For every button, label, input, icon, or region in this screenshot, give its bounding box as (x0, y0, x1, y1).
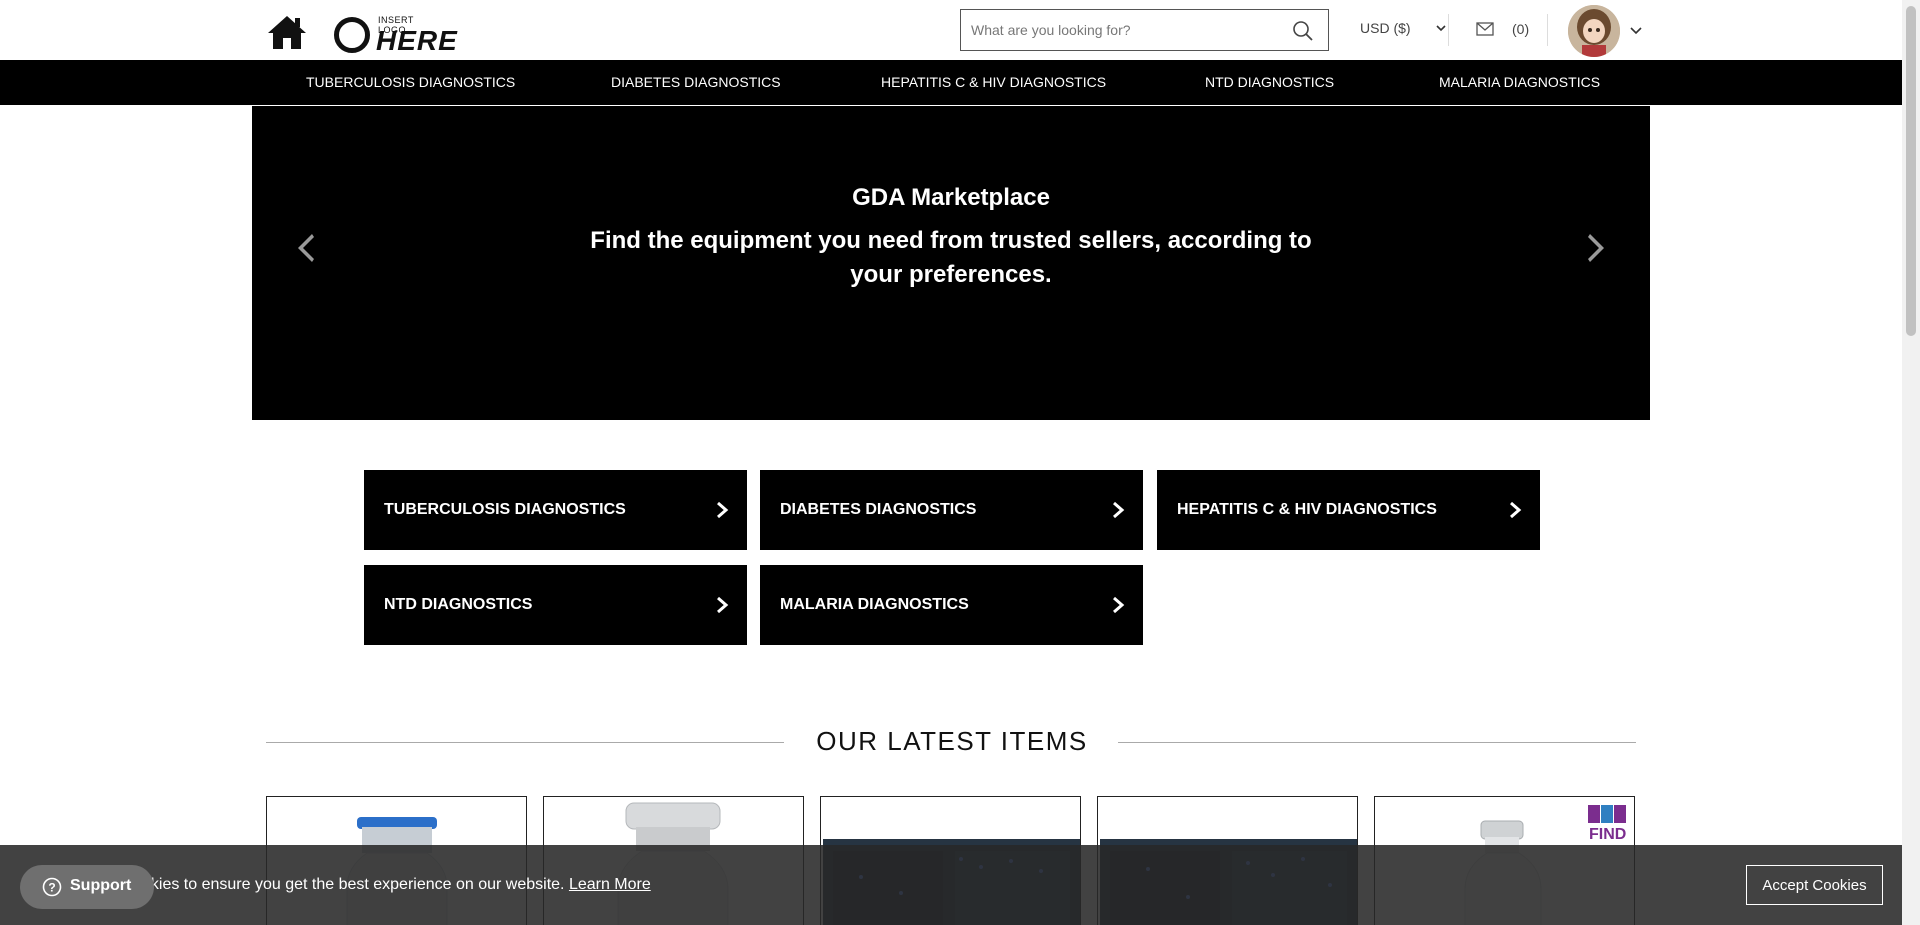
hero-subtitle: Find the equipment you need from trusted… (590, 227, 1312, 288)
cookie-message: okies to ensure you get the best experie… (142, 876, 651, 894)
home-icon[interactable] (266, 14, 308, 50)
header-divider (1547, 14, 1548, 46)
chevron-right-icon (1510, 501, 1522, 519)
cookie-text: okies to ensure you get the best experie… (142, 876, 565, 893)
category-tile-label: DIABETES DIAGNOSTICS (780, 501, 977, 518)
logo-ring (334, 17, 370, 53)
chevron-down-icon (1436, 25, 1446, 32)
chevron-right-icon (717, 596, 729, 614)
header-divider (1448, 14, 1449, 46)
category-tile-label: MALARIA DIAGNOSTICS (780, 596, 969, 613)
messages-count: (0) (1512, 21, 1530, 37)
learn-more-link[interactable]: Learn More (569, 876, 651, 893)
nav-item-hepatitis-hiv[interactable]: HEPATITIS C & HIV DIAGNOSTICS (881, 60, 1106, 105)
logo-big-text: HERE (376, 25, 458, 56)
mail-icon (1476, 22, 1494, 36)
nav-item-tuberculosis[interactable]: TUBERCULOSIS DIAGNOSTICS (306, 60, 515, 105)
avatar[interactable] (1568, 5, 1620, 57)
chevron-down-icon[interactable] (1628, 20, 1644, 40)
section-divider (266, 742, 784, 743)
category-tile-diabetes[interactable]: DIABETES DIAGNOSTICS (760, 470, 1143, 550)
carousel-prev-icon[interactable] (290, 228, 320, 268)
nav-item-malaria[interactable]: MALARIA DIAGNOSTICS (1439, 60, 1600, 105)
search-icon[interactable] (1292, 20, 1314, 42)
category-tile-label: NTD DIAGNOSTICS (384, 596, 533, 613)
nav-item-diabetes[interactable]: DIABETES DIAGNOSTICS (611, 60, 781, 105)
help-icon: ? (42, 877, 62, 897)
find-badge-text: FIND (1589, 826, 1626, 843)
chevron-right-icon (717, 501, 729, 519)
chevron-right-icon (1113, 501, 1125, 519)
latest-items-heading: OUR LATEST ITEMS (816, 726, 1088, 756)
category-tile-tuberculosis[interactable]: TUBERCULOSIS DIAGNOSTICS (364, 470, 747, 550)
category-tile-malaria[interactable]: MALARIA DIAGNOSTICS (760, 565, 1143, 645)
page-scrollbar[interactable] (1902, 0, 1920, 925)
find-logo: FIND (1588, 805, 1626, 843)
carousel-next-icon[interactable] (1582, 228, 1612, 268)
hero-title: GDA Marketplace (852, 184, 1050, 211)
support-label: Support (70, 877, 132, 894)
accept-cookies-button[interactable]: Accept Cookies (1746, 865, 1883, 905)
currency-select[interactable]: USD ($) (1360, 20, 1446, 40)
search-input[interactable] (961, 10, 1281, 50)
cookie-banner: okies to ensure you get the best experie… (0, 845, 1902, 925)
category-tile-hepatitis-hiv[interactable]: HEPATITIS C & HIV DIAGNOSTICS (1157, 470, 1540, 550)
scrollbar-thumb[interactable] (1906, 6, 1916, 336)
category-nav: TUBERCULOSIS DIAGNOSTICS DIABETES DIAGNO… (0, 60, 1902, 105)
currency-value: USD ($) (1360, 20, 1411, 36)
avatar-image (1568, 5, 1620, 57)
svg-text:?: ? (48, 881, 55, 895)
hero-carousel: GDA Marketplace Find the equipment you n… (252, 106, 1650, 420)
support-button[interactable]: ? Support (20, 865, 154, 909)
category-tile-ntd[interactable]: NTD DIAGNOSTICS (364, 565, 747, 645)
section-divider (1118, 742, 1636, 743)
top-header: INSERT LOGO HERE USD ($) (0) (0, 0, 1902, 60)
search-box (960, 9, 1329, 51)
category-tile-label: TUBERCULOSIS DIAGNOSTICS (384, 501, 626, 518)
category-tile-label: HEPATITIS C & HIV DIAGNOSTICS (1177, 501, 1437, 518)
nav-item-ntd[interactable]: NTD DIAGNOSTICS (1205, 60, 1334, 105)
chevron-right-icon (1113, 596, 1125, 614)
site-logo[interactable]: INSERT LOGO HERE (334, 13, 457, 56)
page: INSERT LOGO HERE USD ($) (0) (0, 0, 1920, 925)
